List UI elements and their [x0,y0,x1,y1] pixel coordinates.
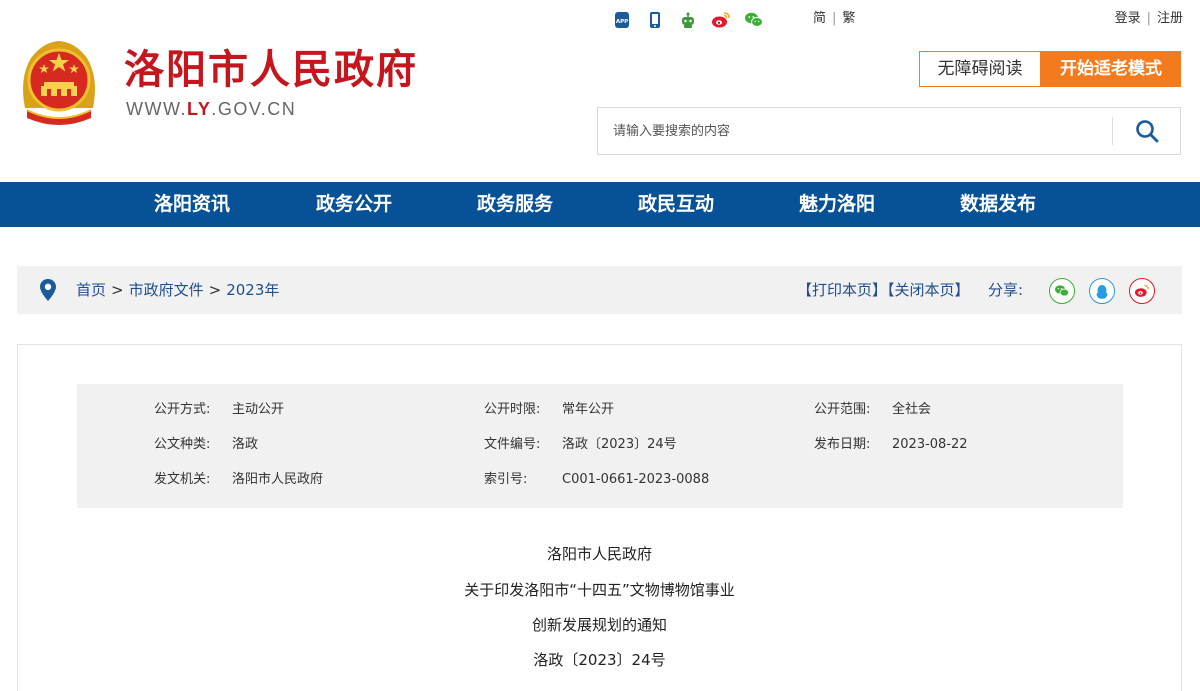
domain-prefix: WWW. [126,99,187,119]
robot-icon[interactable] [678,10,698,30]
meta-issuer: 发文机关: 洛阳市人民政府 [154,470,323,490]
meta-value: 洛阳市人民政府 [232,472,324,487]
barrier-free-button[interactable]: 无障碍阅读 [919,51,1041,87]
simplified-link[interactable]: 简 [813,11,826,26]
breadcrumb-arrow: > [111,281,124,299]
top-icon-bar: APP [612,9,777,31]
meta-date: 发布日期: 2023-08-22 [814,435,968,455]
breadcrumb-home[interactable]: 首页 [76,281,106,299]
app-icon[interactable]: APP [612,10,632,30]
qq-icon [1096,284,1108,299]
breadcrumb: 首页 > 市政府文件 >2023年 [76,266,279,314]
share-wechat-button[interactable] [1049,278,1075,304]
language-switch: 简 | 繁 [813,9,855,29]
close-page-link[interactable]: 【关闭本页】 [887,281,970,299]
meta-label: 文件编号: [484,437,541,452]
breadcrumb-arrow: > [208,281,222,299]
site-title: 洛阳市人民政府 [124,47,418,93]
meta-value: 2023-08-22 [892,437,968,452]
svg-text:APP: APP [616,19,628,25]
search-input[interactable] [598,108,1112,154]
meta-label: 公开范围: [814,402,871,417]
meta-doc-number: 文件编号: 洛政〔2023〕24号 [484,435,677,455]
meta-value: 洛政 [232,437,259,452]
meta-period: 公开时限: 常年公开 [484,400,614,420]
meta-label: 索引号: [484,472,528,487]
traditional-link[interactable]: 繁 [842,11,855,26]
elder-mode-button[interactable]: 开始适老模式 [1041,51,1181,87]
search-icon [1136,120,1159,143]
wechat-icon [1055,285,1069,297]
meta-method: 公开方式: 主动公开 [154,400,284,420]
nav-item-data-release[interactable]: 数据发布 [960,182,1036,227]
document-title-line2: 创新发展规划的通知 [531,616,667,634]
article-container: 公开方式: 主动公开 公开时限: 常年公开 公开范围: 全社会 公文种类: 洛政… [17,344,1182,691]
meta-value: C001-0661-2023-0088 [562,472,710,487]
breadcrumb-city-docs[interactable]: 市政府文件 [129,281,204,299]
login-link[interactable]: 登录 [1115,11,1141,26]
main-nav: 洛阳资讯 政务公开 政务服务 政民互动 魅力洛阳 数据发布 [0,182,1200,227]
search-box [597,107,1181,155]
document-issuer: 洛阳市人民政府 [546,545,652,563]
meta-label: 发文机关: [154,472,211,487]
nav-item-gov-services[interactable]: 政务服务 [477,182,553,227]
mobile-icon[interactable] [645,10,665,30]
document-meta-table: 公开方式: 主动公开 公开时限: 常年公开 公开范围: 全社会 公文种类: 洛政… [77,384,1123,508]
share-label: 分享: [988,281,1024,299]
share-weibo-button[interactable] [1129,278,1155,304]
nav-item-news[interactable]: 洛阳资讯 [154,182,230,227]
weibo-icon [1135,284,1149,297]
location-pin-icon [39,278,57,306]
meta-label: 发布日期: [814,437,871,452]
meta-label: 公开时限: [484,402,541,417]
meta-scope: 公开范围: 全社会 [814,400,931,420]
breadcrumb-bar: 首页 > 市政府文件 >2023年 【打印本页】【关闭本页】 分享: [17,266,1182,314]
document-number: 洛政〔2023〕24号 [533,651,666,669]
nav-item-interaction[interactable]: 政民互动 [638,182,714,227]
print-page-link[interactable]: 【打印本页】 [797,281,887,299]
meta-value: 常年公开 [562,402,615,417]
national-emblem-icon [17,38,101,128]
meta-value: 全社会 [892,402,932,417]
site-header: 洛阳市人民政府 WWW.LY.GOV.CN APP 简 | 繁 登录 | 注册 无障碍阅… [0,0,1200,182]
meta-value: 洛政〔2023〕24号 [562,437,677,452]
auth-links: 登录 | 注册 [1115,9,1183,29]
lang-separator: | [832,11,837,26]
register-link[interactable]: 注册 [1157,11,1183,26]
site-domain: WWW.LY.GOV.CN [126,99,296,120]
weibo-icon[interactable] [711,10,731,30]
meta-label: 公开方式: [154,402,211,417]
wechat-icon[interactable] [744,10,764,30]
breadcrumb-year[interactable]: 2023年 [226,281,279,299]
meta-label: 公文种类: [154,437,211,452]
meta-type: 公文种类: 洛政 [154,435,258,455]
document-title-line1: 关于印发洛阳市“十四五”文物博物馆事业 [464,581,735,599]
meta-value: 主动公开 [232,402,285,417]
search-divider [1112,117,1113,145]
page-tools: 【打印本页】【关闭本页】 [797,266,970,314]
meta-index: 索引号: C001-0661-2023-0088 [484,470,709,490]
auth-separator: | [1146,11,1151,26]
nav-item-gov-affairs-open[interactable]: 政务公开 [316,182,392,227]
domain-suffix: .GOV.CN [211,99,297,119]
nav-item-charm-luoyang[interactable]: 魅力洛阳 [799,182,875,227]
share-qq-button[interactable] [1089,278,1115,304]
search-button[interactable] [1114,108,1180,154]
domain-highlight: LY [186,99,212,119]
